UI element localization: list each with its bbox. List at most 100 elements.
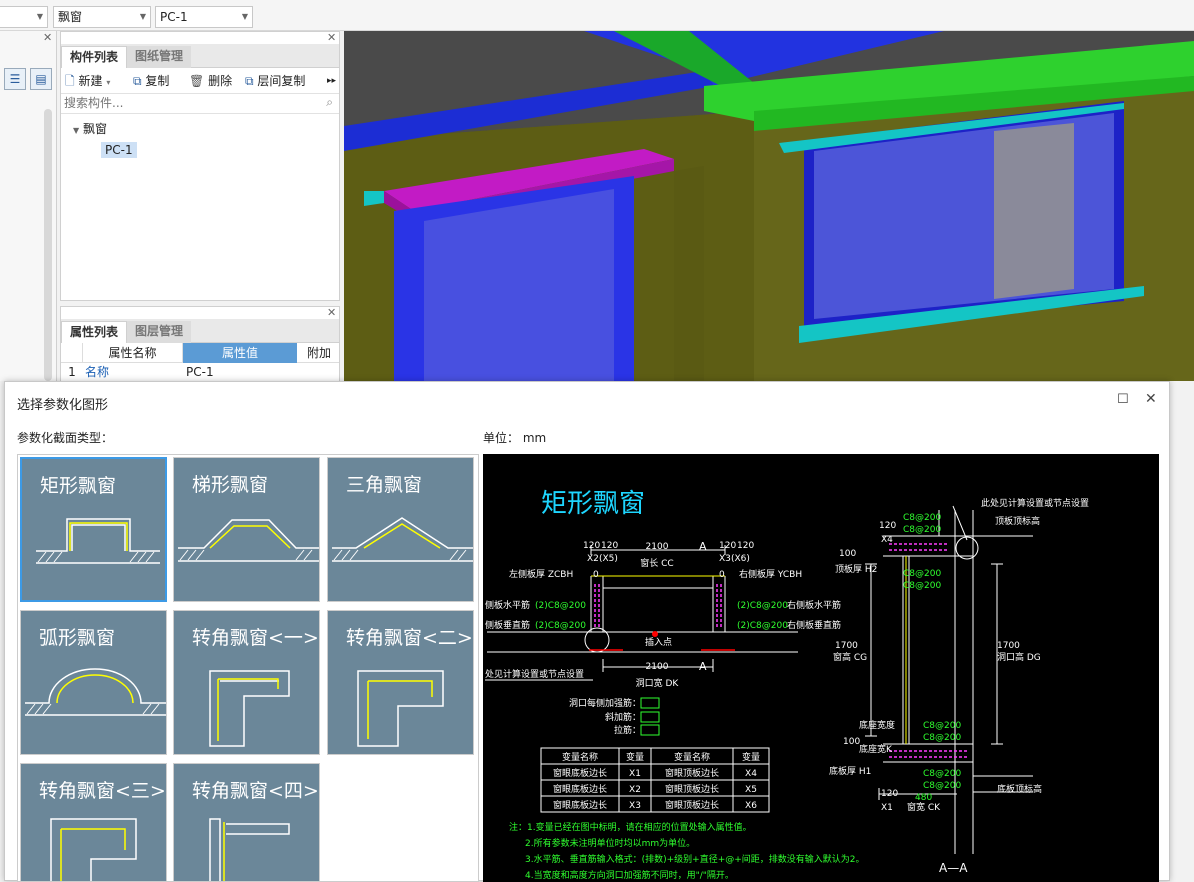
- component-tree: ▼ 飘窗 PC-1: [61, 114, 339, 264]
- top-slab-thickness: 顶板厚 H2: [835, 563, 877, 575]
- tab-layer-management[interactable]: 图层管理: [127, 321, 192, 343]
- shape-corner-bay-window-4[interactable]: 转角飘窗<四>: [173, 763, 320, 881]
- 3d-viewport[interactable]: [344, 31, 1194, 381]
- delete-button[interactable]: 🗑 删除: [189, 68, 232, 94]
- dim-x2-label: X2: [587, 554, 599, 564]
- tree-node-root[interactable]: ▼ 飘窗: [73, 120, 107, 137]
- shape-corner-bay-window-2[interactable]: 转角飘窗<二>: [327, 610, 474, 755]
- rebar-spec: (2)C8@200: [535, 621, 586, 631]
- property-extra-header: 附加: [306, 346, 331, 360]
- copy-icon: ⧉: [133, 74, 142, 88]
- chevron-down-icon: ▼: [241, 12, 248, 21]
- rebar-spec: (2)C8@200: [737, 601, 788, 611]
- rebar-c8-bottom: C8@200: [923, 769, 961, 779]
- chevron-down-icon: ▼: [139, 12, 146, 21]
- right-vertical-rebar: 右侧板垂直筋: [787, 619, 841, 631]
- cad-preview: 矩形飘窗 2100 窗长 CC 120 120 120 120 X2 (X5) …: [483, 454, 1159, 882]
- note-line: 2.所有参数未注明单位时均以mm为单位。: [525, 837, 695, 849]
- table-cell: 窗眼底板边长: [553, 767, 607, 779]
- table-cell: 窗眼顶板边长: [665, 767, 719, 779]
- close-icon[interactable]: ✕: [327, 31, 336, 44]
- dim-1700-window: 1700: [835, 641, 858, 651]
- notes-block: 注：1.变量已经在图中标明，请在相应的位置处输入属性值。 2.所有参数未注明单位时…: [509, 821, 865, 881]
- search-input[interactable]: [61, 94, 311, 112]
- copy-button[interactable]: ⧉ 复制: [133, 68, 169, 94]
- type-dropdown[interactable]: 飘窗 ▼: [53, 6, 151, 28]
- top-toolbar: ▼ 飘窗 ▼ PC-1 ▼: [0, 0, 1194, 31]
- chevron-down-icon: ▾: [106, 78, 111, 87]
- note-line: 注：1.变量已经在图中标明，请在相应的位置处输入属性值。: [509, 821, 752, 833]
- arc-bay-window-icon: [25, 668, 166, 716]
- dim-x4: X4: [881, 535, 893, 545]
- detail-view-icon[interactable]: ▤: [30, 68, 52, 90]
- component-dropdown[interactable]: PC-1 ▼: [155, 6, 253, 28]
- scrollbar[interactable]: [44, 109, 52, 381]
- trash-icon: 🗑: [189, 74, 205, 88]
- rebar-c8-low2: C8@200: [923, 733, 961, 743]
- index-header: [61, 343, 83, 363]
- bottom-elevation-label: 底板顶标高: [997, 783, 1042, 795]
- category-dropdown[interactable]: ▼: [0, 6, 48, 28]
- corner-bay-window-icon: [357, 670, 444, 747]
- shape-rect-bay-window[interactable]: 矩形飘窗: [20, 457, 167, 602]
- property-table-header: 属性名称 属性值 附加: [61, 343, 339, 363]
- more-icon[interactable]: ▸▸: [327, 68, 336, 94]
- dim-x1-right: 120: [719, 541, 736, 551]
- floor-copy-button-label: 层间复制: [257, 74, 306, 88]
- dialog-title: 选择参数化图形: [17, 398, 109, 413]
- sill-width-label2: 底座宽K: [859, 743, 893, 755]
- list-view-icon[interactable]: ☰: [4, 68, 26, 90]
- tab-component-list[interactable]: 构件列表: [61, 46, 128, 68]
- table-header-cell: 变量名称: [674, 751, 710, 763]
- component-search[interactable]: ⌕: [61, 94, 339, 114]
- tree-node-pc1[interactable]: PC-1: [101, 142, 137, 158]
- window-width-label: 窗宽 CK: [907, 801, 941, 813]
- table-cell: X5: [745, 785, 757, 795]
- shape-triangle-bay-window[interactable]: 三角飘窗: [327, 457, 474, 602]
- bottom-slab-thickness: 底板厚 H1: [829, 765, 871, 777]
- left-panel-thickness: 左侧板厚 ZCBH: [509, 568, 573, 580]
- chevron-down-icon: ▼: [36, 12, 43, 21]
- table-cell: X1: [629, 769, 641, 779]
- legend-diagonal: 斜加筋：: [605, 711, 641, 723]
- rebar-c8-mid: C8@200: [903, 569, 941, 579]
- maximize-icon[interactable]: ☐: [1117, 392, 1129, 407]
- calc-note: 处见计算设置或节点设置: [485, 668, 584, 680]
- dim-x3-label: X3: [719, 554, 731, 564]
- rebar-spec: (2)C8@200: [535, 601, 586, 611]
- property-value-header: 属性值: [183, 343, 297, 363]
- new-button[interactable]: 🗋 新建 ▾: [65, 68, 110, 94]
- row-value[interactable]: PC-1: [186, 363, 214, 381]
- rebar-spec: (2)C8@200: [737, 621, 788, 631]
- dim-open-width-value: 2100: [646, 662, 669, 672]
- corner-bay-window-icon: [50, 818, 137, 881]
- tab-drawing-management[interactable]: 图纸管理: [127, 46, 192, 68]
- dim-x2: 120: [601, 541, 618, 551]
- shape-trapezoid-bay-window[interactable]: 梯形飘窗: [173, 457, 320, 602]
- section-mark-a: A: [699, 540, 707, 553]
- dim-window-length: 窗长 CC: [640, 557, 673, 569]
- dim-x6: (X6): [731, 554, 750, 564]
- rebar-c8-top: C8@200: [903, 513, 941, 523]
- shape-corner-bay-window-3[interactable]: 转角飘窗<三>: [20, 763, 167, 881]
- table-row[interactable]: 1 名称 PC-1: [61, 363, 339, 381]
- property-list-panel: ✕ 属性列表 图层管理 属性名称 属性值 附加 1 名称 PC-1: [60, 306, 340, 382]
- dim-x1-section: X1: [881, 803, 893, 813]
- expand-icon[interactable]: ▼: [73, 126, 79, 135]
- shape-grid: 矩形飘窗 梯形飘窗 三角飘窗 弧形飘窗 转角飘窗<一> 转角飘窗<二> 转角飘窗…: [17, 454, 479, 882]
- shape-arc-bay-window[interactable]: 弧形飘窗: [20, 610, 167, 755]
- corner-bay-window-icon: [209, 818, 290, 881]
- left-horizontal-rebar: 侧板水平筋: [485, 599, 530, 611]
- floor-copy-button[interactable]: ⧉ 层间复制: [245, 68, 305, 94]
- search-icon[interactable]: ⌕: [326, 95, 333, 110]
- legend-reinforce: 洞口每侧加强筋：: [569, 697, 641, 709]
- tab-property-list[interactable]: 属性列表: [61, 321, 128, 343]
- section-aa-label: A—A: [939, 861, 968, 875]
- shape-corner-bay-window-1[interactable]: 转角飘窗<一>: [173, 610, 320, 755]
- close-icon[interactable]: ✕: [1145, 391, 1157, 407]
- delete-button-label: 删除: [208, 74, 233, 88]
- rebar-c8-top2: C8@200: [903, 525, 941, 535]
- close-icon[interactable]: ✕: [327, 306, 336, 319]
- table-cell: X3: [629, 801, 641, 811]
- close-icon[interactable]: ✕: [43, 31, 52, 44]
